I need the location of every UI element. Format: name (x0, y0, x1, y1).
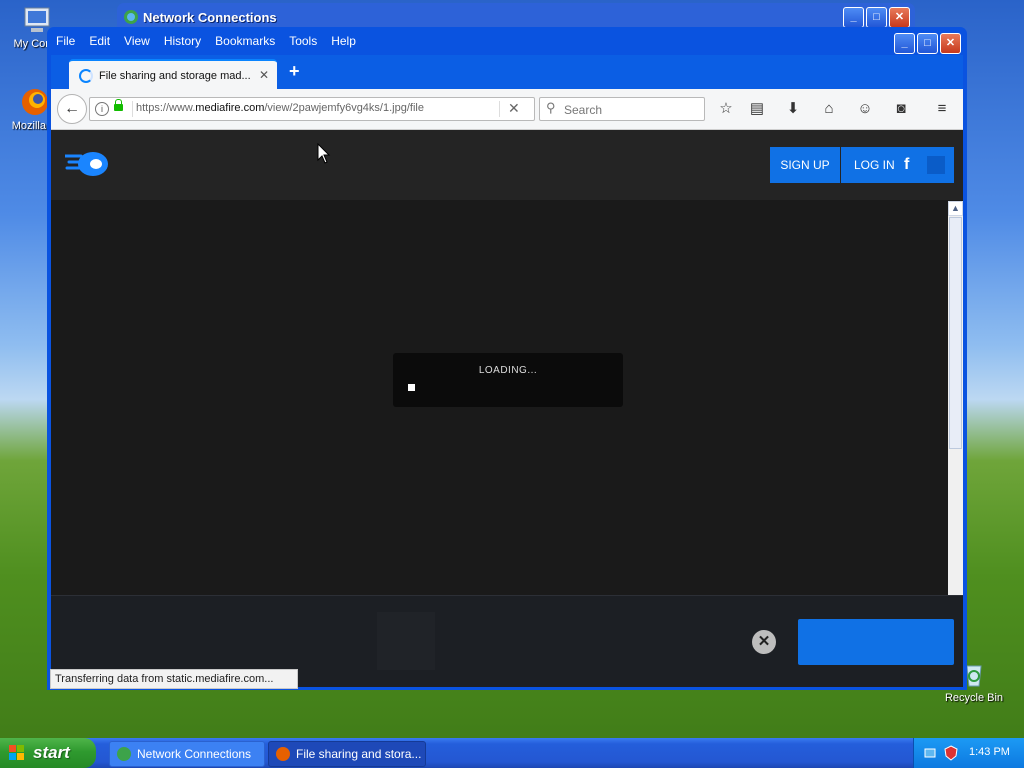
firefox-window: File Edit View History Bookmarks Tools Help _ … (47, 27, 967, 690)
tab-title: File sharing and storage mad... (99, 70, 251, 82)
sign-up-button[interactable]: SIGN UP (770, 147, 840, 183)
tab-active[interactable]: File sharing and storage mad... ✕ (69, 59, 277, 91)
maximize-button[interactable]: □ (866, 7, 887, 28)
system-tray: 1:43 PM (913, 738, 1024, 768)
minimize-button[interactable]: _ (843, 7, 864, 28)
start-button[interactable]: start (0, 738, 96, 768)
back-button[interactable]: ← (57, 94, 87, 124)
windows-logo-icon (9, 745, 24, 760)
reading-list-icon[interactable]: ▤ (746, 98, 768, 120)
site-header: SIGN UP LOG IN f (51, 130, 963, 200)
download-icon[interactable]: ⬇ (782, 98, 804, 120)
taskbar: start Network Connections File sharing a… (0, 738, 1024, 768)
home-icon[interactable]: ⌂ (818, 98, 840, 120)
tab-close-icon[interactable]: ✕ (259, 68, 269, 82)
navigation-toolbar: ← i https://www.mediafire.com/view/2pawj… (51, 89, 963, 130)
taskbar-item-firefox[interactable]: File sharing and stora... (268, 741, 426, 767)
hamburger-menu-icon[interactable]: ≡ (931, 98, 953, 120)
loading-spinner-icon (79, 69, 93, 83)
scroll-up-arrow-icon[interactable]: ▲ (948, 201, 963, 216)
firefox-icon (276, 747, 290, 761)
menu-bar: File Edit View History Bookmarks Tools Help (51, 31, 891, 51)
lock-icon (114, 99, 123, 111)
tab-strip: File sharing and storage mad... ✕ + (51, 55, 963, 91)
mouse-cursor-icon (317, 143, 331, 164)
ad-action-button[interactable] (798, 619, 954, 665)
taskbar-item-label: File sharing and stora... (296, 747, 422, 761)
search-placeholder: Search (564, 103, 603, 117)
loading-dialog: LOADING... (393, 353, 623, 407)
stop-icon[interactable]: ✕ (508, 100, 520, 117)
menu-view[interactable]: View (124, 31, 150, 51)
network-icon (123, 9, 139, 28)
scrollbar-thumb[interactable] (949, 217, 962, 449)
maximize-button[interactable]: □ (917, 33, 938, 54)
ad-image (377, 612, 435, 670)
url-bar[interactable]: i https://www.mediafire.com/view/2pawjem… (89, 97, 535, 121)
clock: 1:43 PM (969, 746, 1010, 758)
status-bar: Transferring data from static.mediafire.… (50, 669, 298, 689)
url-prefix: https://www. (136, 102, 196, 114)
log-in-button[interactable]: LOG IN f (841, 147, 954, 183)
menu-tools[interactable]: Tools (289, 31, 317, 51)
close-button[interactable]: ✕ (940, 33, 961, 54)
search-icon: ⚲ (546, 100, 556, 115)
taskbar-item-label: Network Connections (137, 747, 252, 761)
menu-file[interactable]: File (56, 31, 75, 51)
menu-help[interactable]: Help (331, 31, 356, 51)
pocket-icon[interactable]: ◙ (890, 98, 912, 120)
close-ad-icon[interactable]: ✕ (752, 630, 776, 654)
star-icon[interactable]: ☆ (715, 98, 737, 120)
url-text[interactable]: https://www.mediafire.com/view/2pawjemfy… (136, 102, 424, 114)
menu-bookmarks[interactable]: Bookmarks (215, 31, 275, 51)
desktop-icon-label: Recycle Bin (944, 692, 1004, 704)
menu-history[interactable]: History (164, 31, 201, 51)
network-status-icon[interactable] (923, 745, 939, 764)
security-shield-icon[interactable] (943, 745, 959, 764)
url-path: /view/2pawjemfy6vg4ks/1.jpg/file (264, 102, 424, 114)
taskbar-item-network-connections[interactable]: Network Connections (109, 741, 265, 767)
window-title: Network Connections (143, 10, 277, 25)
network-icon (117, 747, 131, 761)
vertical-scrollbar[interactable]: ▲ (948, 201, 963, 596)
search-input[interactable]: ⚲ Search (539, 97, 705, 121)
divider (499, 101, 500, 117)
start-label: start (33, 743, 70, 762)
page-content: SIGN UP LOG IN f LOADING... ▲ ✕ (51, 130, 963, 687)
facebook-icon[interactable]: f (904, 156, 909, 174)
minimize-button[interactable]: _ (894, 33, 915, 54)
close-button[interactable]: ✕ (889, 7, 910, 28)
mediafire-logo-icon[interactable] (65, 150, 109, 178)
loading-text: LOADING... (478, 365, 538, 376)
info-icon[interactable]: i (95, 102, 109, 116)
social-login-icon[interactable] (927, 156, 945, 174)
emoji-icon[interactable]: ☺ (854, 98, 876, 120)
log-in-label: LOG IN (854, 158, 895, 172)
new-tab-icon[interactable]: + (289, 61, 300, 82)
url-domain: mediafire.com (195, 102, 265, 114)
loading-indicator (408, 384, 415, 391)
menu-edit[interactable]: Edit (89, 31, 110, 51)
divider (132, 101, 133, 117)
